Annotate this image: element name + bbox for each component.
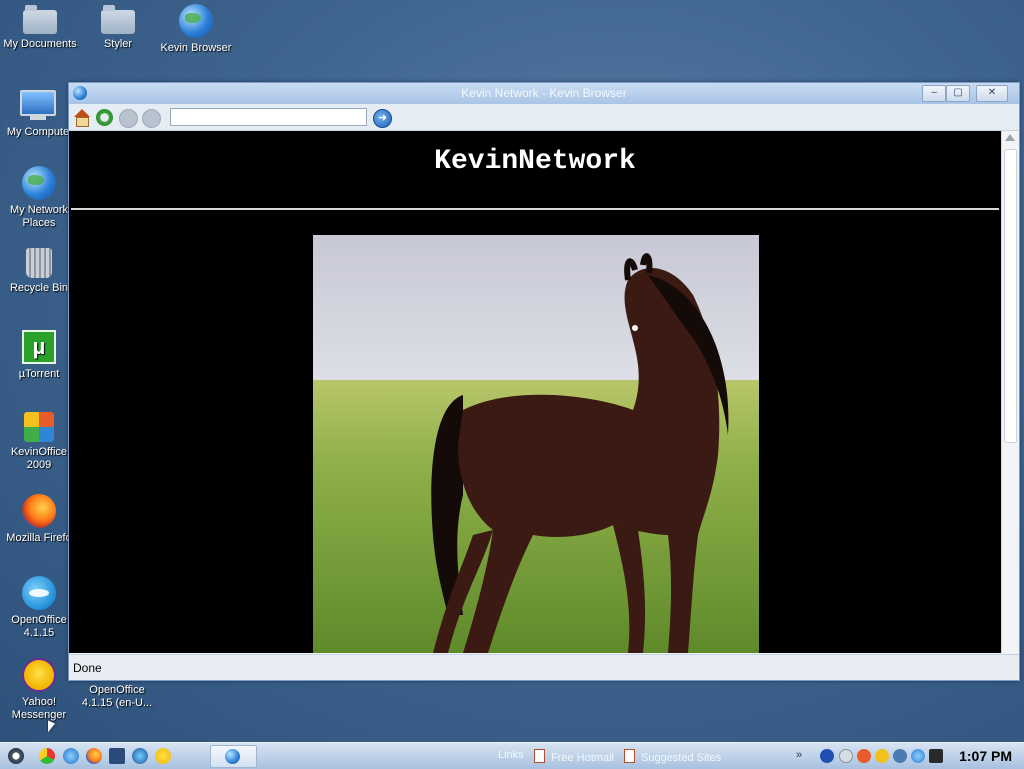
phone-icon[interactable]: [893, 749, 907, 763]
taskbar: Links Free Hotmail Suggested Sites » 1:0…: [0, 742, 1024, 769]
mouse-cursor: [48, 720, 55, 736]
messenger-quicklaunch-icon[interactable]: [155, 748, 171, 764]
minimize-button[interactable]: –: [922, 85, 946, 102]
page-heading: KevinNetwork: [434, 146, 636, 177]
taskbar-browser-button[interactable]: [210, 745, 257, 768]
desktop-icon-styler[interactable]: Styler: [78, 4, 158, 51]
links-label: Links: [498, 749, 524, 761]
page-icon: [624, 749, 635, 763]
globe-icon: [179, 4, 213, 38]
folder-icon: [23, 5, 57, 34]
media-player-icon[interactable]: [132, 748, 148, 764]
status-bar: Done: [69, 654, 1019, 680]
address-bar[interactable]: [170, 108, 367, 126]
scroll-up-icon[interactable]: [1005, 134, 1015, 141]
desktop-icon-label: Yahoo!: [21, 696, 57, 708]
monitor-tray-icon[interactable]: [929, 749, 943, 763]
link-label: Suggested Sites: [641, 752, 722, 764]
openoffice-icon: [22, 576, 56, 610]
desktop-icon-label: Styler: [103, 38, 133, 50]
utorrent-icon: µ: [22, 330, 56, 364]
link-label: Free Hotmail: [551, 752, 614, 764]
desktop-icon-my-computer[interactable]: My Compute: [0, 86, 78, 139]
help-icon[interactable]: [820, 749, 834, 763]
refresh-icon[interactable]: [96, 109, 113, 126]
desktop-icon-label: My Documents: [3, 38, 77, 50]
tray-messenger-icon[interactable]: [875, 749, 889, 763]
recycle-bin-icon: [26, 248, 52, 278]
desktop-icon-label: OpenOffice: [89, 684, 145, 696]
go-button[interactable]: ➜: [373, 109, 392, 128]
start-button[interactable]: [8, 748, 24, 764]
tray-app-icon[interactable]: [857, 749, 871, 763]
yahoo-messenger-icon: [22, 658, 56, 692]
show-desktop-icon[interactable]: [109, 748, 125, 764]
page-viewport[interactable]: KevinNetwork: [69, 131, 1001, 653]
desktop-icon-my-documents[interactable]: My Documents: [0, 4, 80, 51]
horizontal-rule: [71, 208, 999, 210]
close-button[interactable]: ✕: [976, 85, 1008, 102]
firefox-quicklaunch-icon[interactable]: [86, 748, 102, 764]
forward-icon[interactable]: [142, 109, 161, 128]
internet-explorer-icon[interactable]: [63, 748, 79, 764]
page-icon: [534, 749, 545, 763]
vertical-scrollbar[interactable]: [1001, 131, 1018, 653]
links-chevron-icon[interactable]: »: [796, 749, 802, 761]
system-clock[interactable]: 1:07 PM: [959, 748, 1012, 764]
maximize-button[interactable]: ▢: [946, 85, 970, 102]
home-icon[interactable]: [73, 109, 90, 127]
browser-window: Kevin Network - Kevin Browser – ▢ ✕ ➜ Ke…: [68, 82, 1020, 681]
network-icon[interactable]: [911, 749, 925, 763]
tray-generic-icon[interactable]: [839, 749, 853, 763]
folder-icon: [101, 5, 135, 34]
back-icon[interactable]: [119, 109, 138, 128]
desktop-icon-label-line2: Messenger: [11, 709, 67, 721]
desktop-icon-label-line2: 4.1.15 (en-U...: [81, 697, 153, 709]
monitor-icon: [20, 90, 56, 120]
desktop-icon-label: My Compute: [6, 126, 70, 138]
window-titlebar[interactable]: Kevin Network - Kevin Browser – ▢ ✕: [69, 83, 1019, 104]
scrollbar-thumb[interactable]: [1004, 149, 1017, 443]
horse-photo: [313, 235, 759, 653]
window-title: Kevin Network - Kevin Browser: [461, 86, 627, 100]
link-free-hotmail[interactable]: Free Hotmail: [534, 749, 614, 764]
chrome-icon[interactable]: [39, 748, 55, 764]
link-suggested-sites[interactable]: Suggested Sites: [624, 749, 721, 764]
firefox-icon: [22, 494, 56, 528]
office-icon: [24, 412, 54, 442]
browser-toolbar: ➜: [69, 104, 1019, 131]
desktop-icon-kevin-browser[interactable]: Kevin Browser: [156, 4, 236, 55]
desktop-icon-label: Kevin Browser: [160, 42, 232, 54]
browser-task-icon: [225, 749, 240, 764]
network-globe-icon: [22, 166, 56, 200]
